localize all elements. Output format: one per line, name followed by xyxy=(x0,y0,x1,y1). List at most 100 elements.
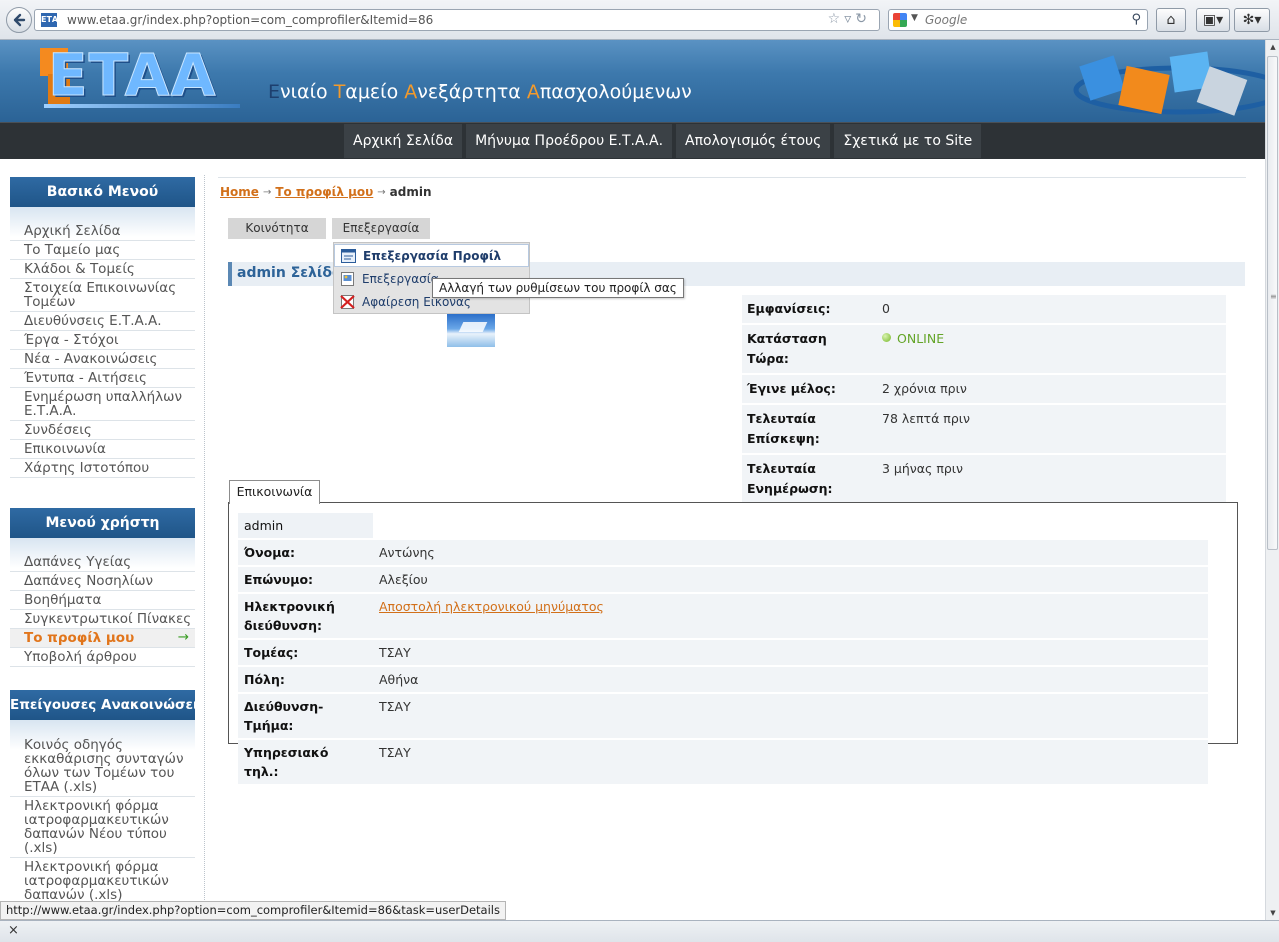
reload-icon[interactable]: ↻ xyxy=(855,11,871,27)
sidebar-item-health-expenses[interactable]: Δαπάνες Υγείας xyxy=(10,553,195,572)
home-button[interactable]: ⌂ xyxy=(1156,8,1186,32)
bookmarks-button[interactable]: ▣▾ xyxy=(1196,8,1230,32)
stats-value-status: ONLINE xyxy=(877,324,1226,375)
bookmarks-icon: ▣▾ xyxy=(1202,12,1224,28)
nav-item-president-message[interactable]: Μήνυμα Προέδρου Ε.Τ.Α.Α. xyxy=(466,124,673,158)
table-row: Υπηρεσιακό τηλ.: ΤΣΑΥ xyxy=(238,739,1208,786)
stats-row: Εμφανίσεις: 0 xyxy=(742,295,1226,325)
stats-label: Τελευταία Ενημέρωση: xyxy=(742,454,877,505)
contact-label: Τομέας: xyxy=(238,639,373,667)
contact-label: Διεύθυνση-Τμήμα: xyxy=(238,693,373,740)
contact-label: Επώνυμο: xyxy=(238,566,373,594)
bookmark-star-icon[interactable]: ☆ xyxy=(828,11,845,27)
main-menu-title: Βασικό Μενού xyxy=(10,177,195,207)
engine-dropdown-icon[interactable]: ▼ xyxy=(911,13,918,23)
url-bar[interactable]: ΕΤΑΑ www.etaa.gr/index.php?option=com_co… xyxy=(34,9,880,31)
avatar[interactable] xyxy=(447,314,495,347)
contact-label: Υπηρεσιακό τηλ.: xyxy=(238,739,373,786)
contact-value: ΤΣΑΥ xyxy=(373,739,1208,786)
send-email-link[interactable]: Αποστολή ηλεκτρονικού μηνύματος xyxy=(379,599,604,614)
scroll-down-arrow-icon[interactable]: ▼ xyxy=(1266,906,1279,920)
table-row: Όνομα: Αντώνης xyxy=(238,539,1208,567)
home-icon: ⌂ xyxy=(1166,12,1176,28)
online-status-text: ONLINE xyxy=(897,331,945,346)
urgent-announcements-title: Επείγουσες Ανακοινώσεις xyxy=(10,690,195,720)
announcement-link[interactable]: Κοινός οδηγός εκκαθάρισης συνταγών όλων … xyxy=(10,736,195,797)
nav-item-home[interactable]: Αρχική Σελίδα xyxy=(344,124,463,158)
history-dropdown-icon[interactable]: ▿ xyxy=(844,11,855,27)
sidebar-item-my-profile[interactable]: Το προφίλ μου xyxy=(10,629,195,648)
nav-item-annual-report[interactable]: Απολογισμός έτους xyxy=(676,124,831,158)
search-icon[interactable]: ⚲ xyxy=(1131,12,1141,27)
contact-value: Αποστολή ηλεκτρονικού μηνύματος xyxy=(373,593,1208,640)
browser-toolbar: ΕΤΑΑ www.etaa.gr/index.php?option=com_co… xyxy=(0,0,1279,40)
scrollbar-thumb[interactable]: ≡ xyxy=(1267,56,1278,550)
sidebar-item-news[interactable]: Νέα - Ανακοινώσεις xyxy=(10,350,195,369)
stats-value: 2 χρόνια πριν xyxy=(877,374,1226,405)
contact-label: Πόλη: xyxy=(238,666,373,694)
tagline-initial: Ε xyxy=(268,81,281,103)
sidebar-item-staff-info[interactable]: Ενημέρωση υπαλλήλων Ε.Τ.Α.Α. xyxy=(10,388,195,421)
sidebar-item-benefits[interactable]: Βοηθήματα xyxy=(10,591,195,610)
sidebar-item-directorates[interactable]: Διευθύνσεις Ε.Τ.Α.Α. xyxy=(10,312,195,331)
remove-image-icon xyxy=(340,295,355,309)
community-menu-button[interactable]: Κοινότητα xyxy=(228,218,326,239)
close-icon[interactable]: × xyxy=(8,923,19,938)
breadcrumb-current: admin xyxy=(389,185,432,199)
tooltip: Αλλαγή των ρυθμίσεων του προφίλ σας xyxy=(432,278,684,298)
sidebar-item-contact[interactable]: Επικοινωνία xyxy=(10,440,195,459)
breadcrumb-profile-link[interactable]: Το προφίλ μου xyxy=(275,185,373,199)
edit-profile-icon xyxy=(341,249,356,263)
vertical-scrollbar[interactable]: ▲ ≡ ▼ xyxy=(1265,40,1279,920)
tagline-initial: Α xyxy=(404,81,418,103)
site-tagline: Ενιαίο Ταμείο Ανεξάρτητα Απασχολούμενων xyxy=(268,81,692,103)
breadcrumb-home-link[interactable]: Home xyxy=(220,185,259,199)
tagline-word: νεξάρτητα xyxy=(417,81,527,103)
back-button[interactable] xyxy=(6,7,32,33)
sidebar-item-branches[interactable]: Κλάδοι & Τομείς xyxy=(10,260,195,279)
page-title: admin Σελίδα xyxy=(237,265,342,281)
sidebar-item-home[interactable]: Αρχική Σελίδα xyxy=(10,222,195,241)
sidebar-item-submit-article[interactable]: Υποβολή άρθρου xyxy=(10,648,195,667)
site-logo[interactable]: ETAA xyxy=(47,44,216,107)
google-engine-icon[interactable] xyxy=(893,13,907,27)
contact-label: Ηλεκτρονική διεύθυνση: xyxy=(238,593,373,640)
search-bar[interactable]: ▼ Google ⚲ xyxy=(888,9,1148,31)
menu-item-label: Επεξεργασία xyxy=(362,272,439,286)
edit-menu-button[interactable]: Επεξεργασία xyxy=(332,218,430,239)
sidebar-item-contact-details[interactable]: Στοιχεία Επικοινωνίας Τομέων xyxy=(10,279,195,312)
sidebar-item-forms[interactable]: Έντυπα - Αιτήσεις xyxy=(10,369,195,388)
contact-value: Αθήνα xyxy=(373,666,1208,694)
sidebar-item-summary-tables[interactable]: Συγκεντρωτικοί Πίνακες xyxy=(10,610,195,629)
scroll-up-arrow-icon[interactable]: ▲ xyxy=(1266,40,1279,54)
header-decoration-graphic xyxy=(1073,51,1265,116)
table-row: Ηλεκτρονική διεύθυνση: Αποστολή ηλεκτρον… xyxy=(238,593,1208,640)
announcement-link[interactable]: Ηλεκτρονική φόρμα ιατροφαρμακευτικών δαπ… xyxy=(10,858,195,905)
urgent-announcements-list: Κοινός οδηγός εκκαθάρισης συνταγών όλων … xyxy=(10,736,195,905)
sidebar-item-projects[interactable]: Έργα - Στόχοι xyxy=(10,331,195,350)
sidebar-item-hospital-expenses[interactable]: Δαπάνες Νοσηλίων xyxy=(10,572,195,591)
nav-item-about-site[interactable]: Σχετικά με το Site xyxy=(834,124,982,158)
sidebar-divider xyxy=(204,175,205,900)
menu-item-edit-profile[interactable]: Επεξεργασία Προφίλ xyxy=(334,244,529,267)
stats-value: 3 μήνας πριν xyxy=(877,454,1226,505)
sidebar-item-fund[interactable]: Το Ταμείο μας xyxy=(10,241,195,260)
user-menu-title: Μενού χρήστη xyxy=(10,508,195,538)
contact-table: admin Όνομα: Αντώνης Επώνυμο: Αλεξίου Ηλ… xyxy=(238,513,1208,786)
site-header: ETAA Ενιαίο Ταμείο Ανεξάρτητα Απασχολούμ… xyxy=(0,40,1265,122)
table-row: Επώνυμο: Αλεξίου xyxy=(238,566,1208,594)
tab-contact[interactable]: Επικοινωνία xyxy=(229,480,320,504)
contact-label: Όνομα: xyxy=(238,539,373,567)
sidebar-item-links[interactable]: Συνδέσεις xyxy=(10,421,195,440)
stats-label: Κατάσταση Τώρα: xyxy=(742,324,877,375)
main-menu: Αρχική Σελίδα Το Ταμείο μας Κλάδοι & Τομ… xyxy=(10,222,195,478)
stats-label: Εμφανίσεις: xyxy=(742,295,877,325)
contact-username-spacer xyxy=(373,513,1208,540)
sidebar-item-sitemap[interactable]: Χάρτης Ιστοτόπου xyxy=(10,459,195,478)
breadcrumb-divider xyxy=(218,177,1246,178)
addon-button[interactable]: ✻▾ xyxy=(1234,8,1270,32)
announcement-link[interactable]: Ηλεκτρονική φόρμα ιατροφαρμακευτικών δαπ… xyxy=(10,797,195,858)
thumb-grip-icon: ≡ xyxy=(1270,292,1277,301)
image-icon xyxy=(341,272,354,286)
contact-value: Αντώνης xyxy=(373,539,1208,567)
